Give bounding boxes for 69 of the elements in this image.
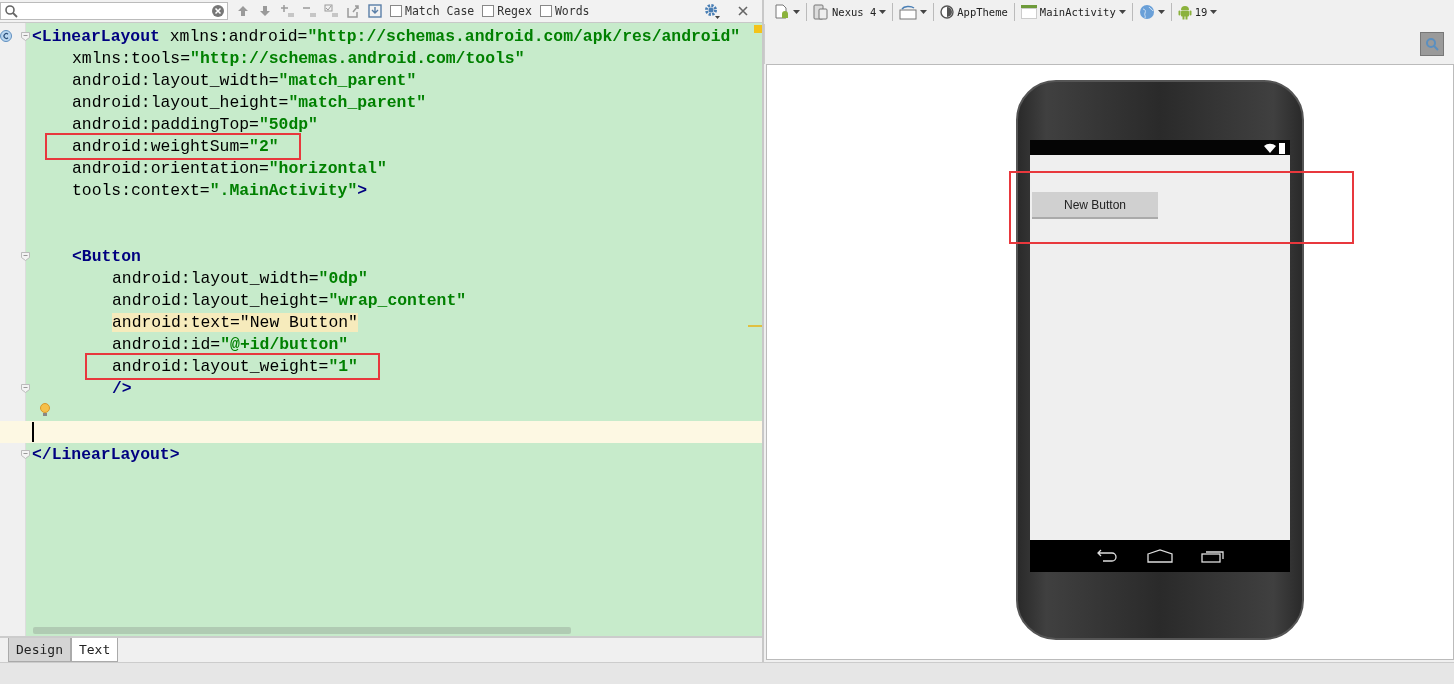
option-checkbox[interactable]: Match Case [390,4,475,18]
fold-icon[interactable] [21,383,30,393]
settings-icon[interactable] [704,3,720,19]
orientation-icon [899,4,918,20]
line-marker [748,325,762,327]
api-level-icon [1177,4,1192,20]
api-level-button[interactable]: 19 [1175,4,1220,20]
code-line: android:id="@+id/button" [112,334,349,354]
arrow-up-icon[interactable] [236,4,250,18]
option-checkbox[interactable]: Regex [482,4,532,18]
arrow-down-icon[interactable] [258,4,272,18]
caret-icon [920,10,928,14]
code-editor[interactable] [0,23,762,636]
add-occurrence-icon[interactable] [280,4,294,18]
recent-apps-icon[interactable] [1201,549,1225,563]
fold-icon[interactable] [21,251,30,261]
code-line: android:orientation="horizontal" [72,158,387,178]
text-cursor [32,422,34,442]
remove-occurrence-icon[interactable] [302,4,316,18]
orientation-button[interactable] [897,4,930,20]
caret-icon [793,10,800,14]
class-icon [0,30,12,42]
code-line: </LinearLayout> [32,444,180,464]
fold-icon[interactable] [21,31,30,41]
activity-icon [1020,5,1037,19]
warning-marker [754,25,762,33]
wifi-battery-icon [1264,141,1286,154]
caret-icon [1210,10,1218,14]
code-line: <LinearLayout xmlns:android="http://schemas.android.com/apk/res/android" [32,26,741,46]
code-line: android:layout_weight="1" [112,356,358,376]
code-line: android:layout_height="match_parent" [72,92,427,112]
code-line: /> [112,378,132,398]
select-all-icon[interactable] [324,4,338,18]
document-button[interactable] [772,4,802,20]
device-button[interactable]: Nexus 4 [811,4,889,20]
lightbulb-icon[interactable] [40,403,50,417]
code-line: android:paddingTop="50dp" [72,114,318,134]
editor-tab[interactable]: Design [8,638,71,662]
theme-button[interactable]: AppTheme [938,5,1010,19]
caret-icon [879,10,887,14]
code-line: android:layout_width="0dp" [112,268,368,288]
code-line: android:layout_width="match_parent" [72,70,417,90]
code-line: android:layout_height="wrap_content" [112,290,467,310]
back-icon[interactable] [1095,549,1119,563]
close-icon[interactable] [738,6,748,16]
code-line: xmlns:tools="http://schemas.android.com/tools" [72,48,525,68]
search-icon [4,4,18,18]
horizontal-scrollbar[interactable] [33,627,571,634]
code-line: tools:context=".MainActivity"> [72,180,368,200]
activity-button[interactable]: MainActivity [1018,5,1128,19]
export-icon[interactable] [346,4,360,18]
zoom-icon [1425,37,1439,51]
clear-icon[interactable] [212,5,224,17]
zoom-button[interactable] [1420,32,1444,56]
home-icon[interactable] [1147,549,1173,563]
theme-icon [940,5,955,19]
code-line: android:weightSum="2" [72,136,279,156]
option-checkbox[interactable]: Words [539,4,590,18]
caret-icon [1118,10,1126,14]
new-button[interactable]: New Button [1032,192,1158,219]
search-field[interactable] [0,2,228,20]
filter-icon[interactable] [368,4,382,18]
code-line: <Button [72,246,141,266]
device-icon [813,4,829,20]
document-icon [774,4,790,20]
caret-icon [1157,10,1165,14]
locale-icon [1138,4,1155,20]
fold-icon[interactable] [21,449,30,459]
editor-tab[interactable]: Text [70,638,119,662]
